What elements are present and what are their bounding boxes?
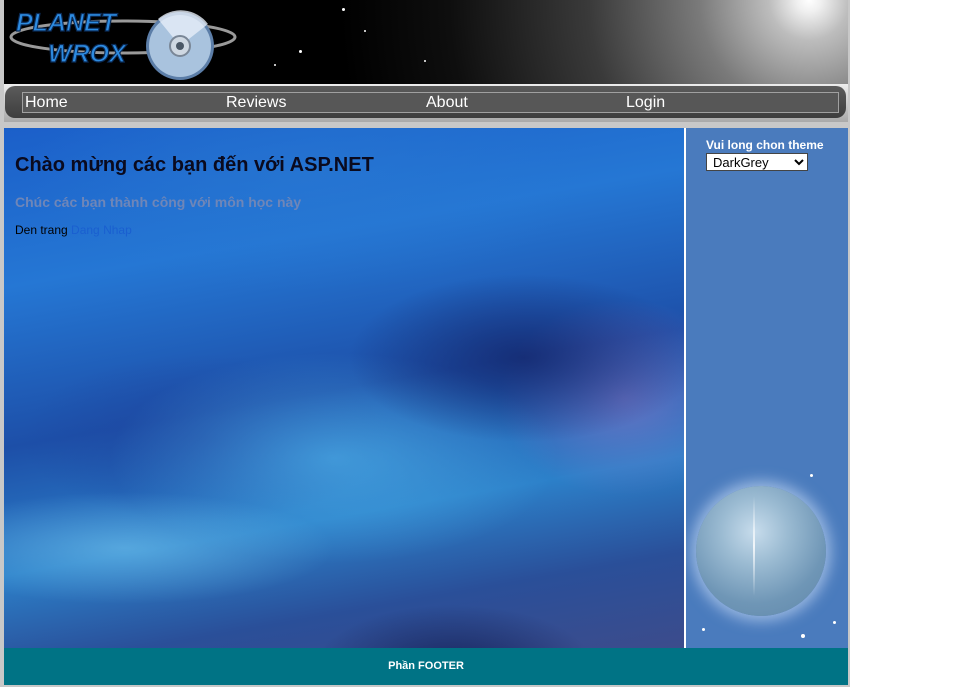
menu-item-about[interactable]: About <box>426 94 468 112</box>
sidebar: Vui long chon theme DarkGrey <box>686 128 848 648</box>
theme-select[interactable]: DarkGrey <box>706 153 808 171</box>
login-link[interactable]: Dang Nhap <box>71 223 132 237</box>
star-decoration <box>342 8 345 11</box>
star-decoration <box>424 60 426 62</box>
welcome-subtitle: Chúc các bạn thành công với môn học này <box>15 194 302 210</box>
page: PLANET WROX Home Reviews About Login Chà… <box>0 0 850 687</box>
login-prefix: Den trang <box>15 223 72 237</box>
star-decoration <box>274 64 276 66</box>
footer-text: Phần FOOTER <box>388 660 464 672</box>
svg-text:PLANET: PLANET <box>16 9 119 37</box>
glowing-orb-image <box>696 486 826 616</box>
main-content: Chào mừng các bạn đến với ASP.NET Chúc c… <box>4 128 684 648</box>
site-header: PLANET WROX <box>4 0 848 84</box>
star-decoration <box>299 50 302 53</box>
star-decoration <box>833 621 836 624</box>
star-decoration <box>702 628 705 631</box>
star-decoration <box>810 474 813 477</box>
site-footer: Phần FOOTER <box>4 648 848 685</box>
star-decoration <box>801 634 805 638</box>
menu-container: Home Reviews About Login <box>5 86 846 118</box>
star-decoration <box>364 30 366 32</box>
menu-bar: Home Reviews About Login <box>4 84 848 122</box>
welcome-title: Chào mừng các bạn đến với ASP.NET <box>15 154 374 176</box>
planet-wrox-logo[interactable]: PLANET WROX <box>8 4 248 84</box>
svg-text:WROX: WROX <box>48 40 127 68</box>
menu-table: Home Reviews About Login <box>22 92 839 113</box>
login-line: Den trang Dang Nhap <box>15 223 132 237</box>
orb-flare <box>753 496 755 596</box>
theme-label: Vui long chon theme <box>706 138 824 152</box>
menu-item-login[interactable]: Login <box>626 94 665 112</box>
menu-item-home[interactable]: Home <box>25 94 68 112</box>
menu-item-reviews[interactable]: Reviews <box>226 94 286 112</box>
